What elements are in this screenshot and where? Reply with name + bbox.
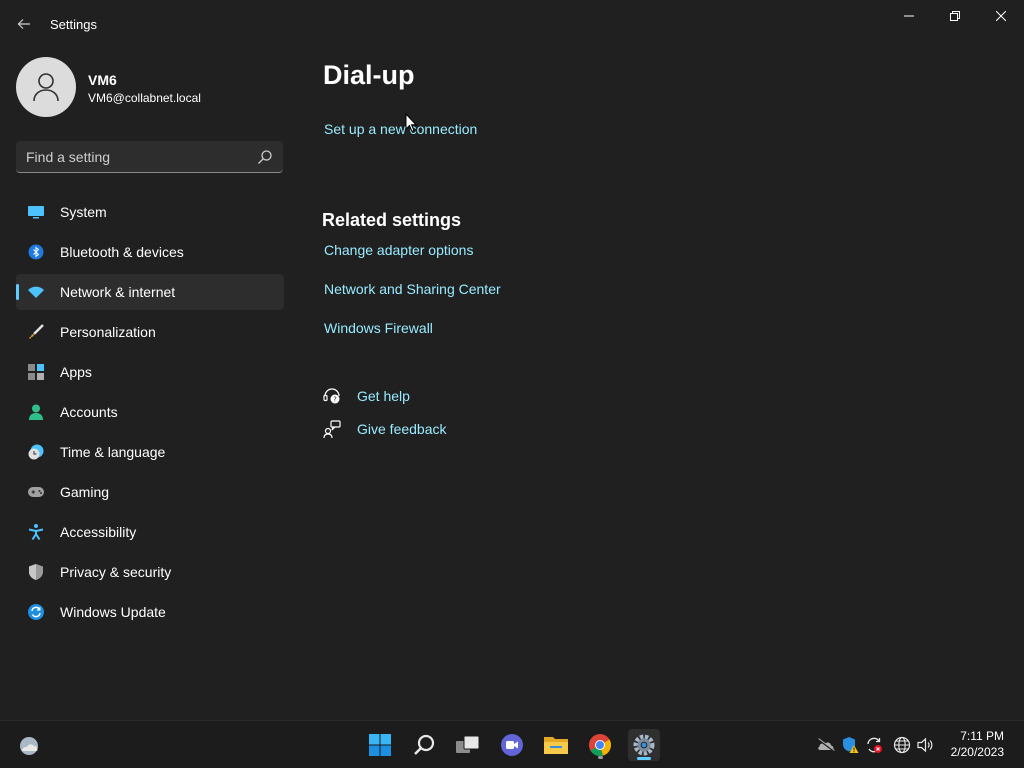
network-sharing-center-link[interactable]: Network and Sharing Center bbox=[324, 281, 501, 297]
sidebar-item-label: Apps bbox=[60, 364, 92, 380]
minimize-button[interactable] bbox=[886, 0, 932, 32]
sidebar-nav: System Bluetooth & devices Network & int… bbox=[16, 194, 284, 634]
search-icon[interactable] bbox=[257, 149, 273, 165]
volume-icon bbox=[917, 737, 933, 753]
windows-firewall-link[interactable]: Windows Firewall bbox=[324, 320, 433, 336]
apps-icon bbox=[28, 364, 44, 380]
sidebar-item-windows-update[interactable]: Windows Update bbox=[16, 594, 284, 630]
sync-error-icon bbox=[867, 737, 882, 753]
task-view-icon bbox=[456, 735, 480, 753]
give-feedback-link[interactable]: Give feedback bbox=[357, 421, 447, 437]
user-name: VM6 bbox=[88, 72, 117, 88]
clock-time[interactable]: 7:11 PM bbox=[960, 729, 1004, 743]
weather-icon bbox=[20, 737, 38, 755]
sidebar-item-label: Time & language bbox=[60, 444, 166, 460]
sidebar-item-apps[interactable]: Apps bbox=[16, 354, 284, 390]
feedback-icon bbox=[323, 420, 341, 438]
taskbar bbox=[0, 720, 1024, 768]
search-input[interactable] bbox=[26, 141, 246, 172]
close-button[interactable] bbox=[978, 0, 1024, 32]
sidebar-item-label: System bbox=[60, 204, 107, 220]
user-email: VM6@collabnet.local bbox=[88, 91, 201, 105]
start-button[interactable] bbox=[364, 729, 396, 761]
sync-tray[interactable] bbox=[864, 735, 884, 755]
sidebar-item-label: Personalization bbox=[60, 324, 156, 340]
sidebar-item-label: Bluetooth & devices bbox=[60, 244, 184, 260]
setup-new-connection-link[interactable]: Set up a new connection bbox=[324, 121, 477, 137]
search-icon bbox=[414, 734, 435, 755]
sidebar-item-label: Accessibility bbox=[60, 524, 137, 540]
close-icon bbox=[996, 11, 1006, 21]
page-title: Dial-up bbox=[323, 60, 415, 90]
sidebar-item-label: Network & internet bbox=[60, 284, 176, 300]
shield-icon bbox=[29, 564, 43, 580]
sidebar-item-label: Gaming bbox=[60, 484, 110, 500]
back-arrow-icon bbox=[17, 19, 30, 29]
minimize-icon bbox=[904, 15, 914, 17]
network-globe-icon bbox=[893, 736, 911, 754]
wifi-icon bbox=[28, 286, 44, 298]
settings-icon bbox=[633, 734, 655, 756]
running-indicator bbox=[598, 756, 603, 759]
sidebar-item-label: Accounts bbox=[60, 404, 118, 420]
file-explorer-button[interactable] bbox=[540, 729, 572, 761]
chrome-icon bbox=[589, 734, 611, 757]
sidebar-item-network[interactable]: Network & internet bbox=[16, 274, 284, 310]
onedrive-icon bbox=[817, 738, 835, 752]
sidebar-item-time-language[interactable]: Time & language bbox=[16, 434, 284, 470]
get-help-link[interactable]: Get help bbox=[357, 388, 410, 404]
change-adapter-options-link[interactable]: Change adapter options bbox=[324, 242, 473, 258]
brush-icon bbox=[29, 324, 44, 339]
taskbar-search-button[interactable] bbox=[408, 729, 440, 761]
title-bar: Settings bbox=[0, 0, 1024, 48]
onedrive-tray[interactable] bbox=[816, 735, 836, 755]
sidebar-item-accounts[interactable]: Accounts bbox=[16, 394, 284, 430]
accessibility-icon bbox=[28, 524, 44, 540]
help-icon: ? bbox=[323, 388, 340, 404]
monitor-icon bbox=[28, 206, 44, 219]
restore-icon bbox=[950, 11, 960, 21]
start-icon bbox=[369, 734, 391, 756]
svg-text:?: ? bbox=[333, 396, 337, 404]
gamepad-icon bbox=[28, 487, 44, 497]
task-view-button[interactable] bbox=[452, 729, 484, 761]
active-indicator bbox=[637, 757, 651, 760]
sidebar-item-system[interactable]: System bbox=[16, 194, 284, 230]
user-silhouette-icon bbox=[33, 73, 59, 102]
volume-tray[interactable] bbox=[916, 735, 936, 755]
file-explorer-icon bbox=[544, 737, 568, 754]
sidebar-item-bluetooth[interactable]: Bluetooth & devices bbox=[16, 234, 284, 270]
bluetooth-icon bbox=[28, 244, 44, 260]
related-settings-heading: Related settings bbox=[322, 210, 462, 230]
security-tray[interactable] bbox=[840, 735, 860, 755]
person-icon bbox=[29, 404, 43, 420]
sidebar-item-gaming[interactable]: Gaming bbox=[16, 474, 284, 510]
sidebar-item-personalization[interactable]: Personalization bbox=[16, 314, 284, 350]
app-title: Settings bbox=[50, 17, 97, 32]
sidebar-item-label: Windows Update bbox=[60, 604, 166, 620]
weather-widget[interactable] bbox=[13, 729, 45, 761]
avatar[interactable] bbox=[16, 57, 76, 117]
teams-chat-button[interactable] bbox=[496, 729, 528, 761]
network-tray[interactable] bbox=[892, 735, 912, 755]
chrome-button[interactable] bbox=[584, 729, 616, 761]
sidebar-item-label: Privacy & security bbox=[60, 564, 172, 580]
restore-button[interactable] bbox=[932, 0, 978, 32]
settings-app-button[interactable] bbox=[628, 729, 660, 761]
mouse-cursor-icon bbox=[405, 113, 417, 133]
sidebar-item-accessibility[interactable]: Accessibility bbox=[16, 514, 284, 550]
clock-globe-icon bbox=[28, 444, 44, 460]
clock-date[interactable]: 2/20/2023 bbox=[951, 745, 1004, 759]
teams-chat-icon bbox=[501, 734, 523, 756]
update-icon bbox=[28, 604, 44, 620]
back-button[interactable] bbox=[8, 8, 40, 40]
search-box[interactable] bbox=[16, 141, 283, 173]
sidebar-item-privacy[interactable]: Privacy & security bbox=[16, 554, 284, 590]
security-warning-icon bbox=[843, 737, 859, 753]
